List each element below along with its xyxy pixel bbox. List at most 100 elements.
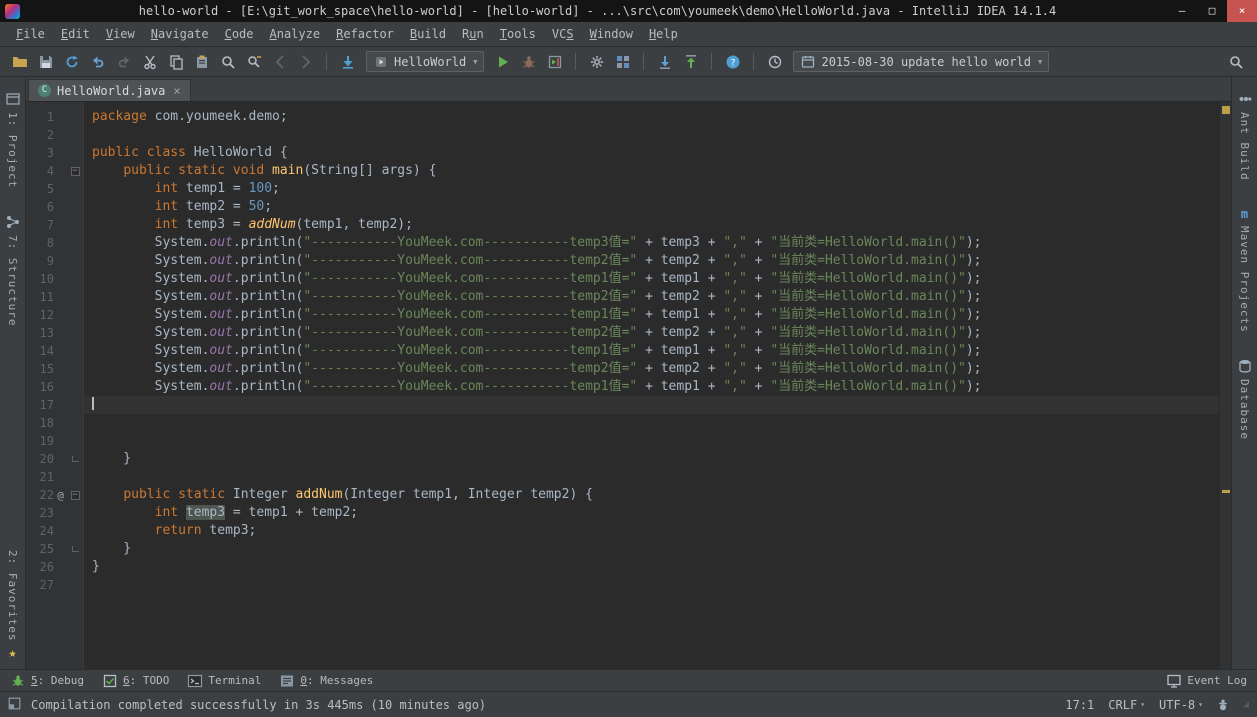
back-icon[interactable] <box>268 50 291 73</box>
tool-button-structure[interactable]: 7: Structure <box>5 214 21 326</box>
gutter-line[interactable]: 10 <box>26 270 83 288</box>
code-line[interactable]: public static Integer addNum(Integer tem… <box>84 486 1219 504</box>
undo-icon[interactable] <box>86 50 109 73</box>
gutter-line[interactable]: 13 <box>26 324 83 342</box>
gutter-line[interactable]: 14 <box>26 342 83 360</box>
code-line[interactable] <box>84 468 1219 486</box>
gutter-line[interactable]: 17 <box>26 396 83 414</box>
tool-button-ant-build[interactable]: Ant Build <box>1237 91 1253 181</box>
tool-button-terminal[interactable]: Terminal <box>187 673 261 689</box>
code-line[interactable]: System.out.println("-----------YouMeek.c… <box>84 360 1219 378</box>
gutter-line[interactable]: 6 <box>26 198 83 216</box>
tool-button-favorites[interactable]: 2: Favorites★ <box>6 550 19 661</box>
debug-icon[interactable] <box>517 50 540 73</box>
run-icon[interactable] <box>491 50 514 73</box>
code-line[interactable] <box>84 414 1219 432</box>
menu-item-run[interactable]: Run <box>454 25 492 43</box>
gutter-line[interactable]: 2 <box>26 126 83 144</box>
gutter-line[interactable]: 25 <box>26 540 83 558</box>
code-line[interactable]: int temp2 = 50; <box>84 198 1219 216</box>
highlighting-level-icon[interactable] <box>1217 699 1229 711</box>
tool-button-project[interactable]: 1: Project <box>5 91 21 188</box>
code-line[interactable] <box>84 576 1219 594</box>
save-all-icon[interactable] <box>34 50 57 73</box>
code-line[interactable]: System.out.println("-----------YouMeek.c… <box>84 342 1219 360</box>
gutter-line[interactable]: 9 <box>26 252 83 270</box>
gutter-line[interactable]: 12 <box>26 306 83 324</box>
tool-button-debug[interactable]: 5: Debug <box>10 673 84 689</box>
gutter-line[interactable]: 23 <box>26 504 83 522</box>
settings-icon[interactable] <box>585 50 608 73</box>
menu-item-refactor[interactable]: Refactor <box>328 25 402 43</box>
code-line[interactable]: System.out.println("-----------YouMeek.c… <box>84 288 1219 306</box>
line-separator-selector[interactable]: CRLF ▾ <box>1108 698 1145 712</box>
gutter-line[interactable]: 24 <box>26 522 83 540</box>
encoding-selector[interactable]: UTF-8 ▾ <box>1159 698 1203 712</box>
gutter-line[interactable]: 15 <box>26 360 83 378</box>
code-line[interactable]: public class HelloWorld { <box>84 144 1219 162</box>
menu-item-window[interactable]: Window <box>582 25 641 43</box>
forward-icon[interactable] <box>294 50 317 73</box>
code-editor[interactable]: 1234−5678910111213141516171819202122@−23… <box>26 102 1231 669</box>
warning-stripe-mark[interactable] <box>1222 490 1230 493</box>
fold-marker-icon[interactable]: − <box>67 167 83 176</box>
tool-button-maven-projects[interactable]: mMaven Projects <box>1238 207 1251 333</box>
code-line[interactable]: package com.youmeek.demo; <box>84 108 1219 126</box>
fold-marker-icon[interactable] <box>67 456 83 462</box>
code-line[interactable]: int temp3 = addNum(temp1, temp2); <box>84 216 1219 234</box>
paste-icon[interactable] <box>190 50 213 73</box>
vcs-history-select[interactable]: 2015-08-30 update hello world▼ <box>793 51 1049 72</box>
code-line[interactable] <box>84 396 1219 414</box>
search-everywhere-icon[interactable] <box>1224 50 1247 73</box>
run-configuration-select[interactable]: HelloWorld▼ <box>366 51 484 72</box>
menu-item-file[interactable]: File <box>8 25 53 43</box>
replace-icon[interactable] <box>242 50 265 73</box>
menu-item-build[interactable]: Build <box>402 25 454 43</box>
code-line[interactable]: return temp3; <box>84 522 1219 540</box>
menu-item-vcs[interactable]: VCS <box>544 25 582 43</box>
code-line[interactable]: int temp3 = temp1 + temp2; <box>84 504 1219 522</box>
code-line[interactable] <box>84 126 1219 144</box>
menu-item-navigate[interactable]: Navigate <box>143 25 217 43</box>
code-line[interactable]: System.out.println("-----------YouMeek.c… <box>84 324 1219 342</box>
project-structure-icon[interactable] <box>611 50 634 73</box>
help-icon[interactable]: ? <box>721 50 744 73</box>
resize-grip[interactable]: ◢ <box>1243 699 1249 710</box>
tab-helloworld-java[interactable]: C HelloWorld.java × <box>28 79 191 101</box>
code-line[interactable]: System.out.println("-----------YouMeek.c… <box>84 234 1219 252</box>
tab-close-icon[interactable]: × <box>171 84 180 98</box>
code-line[interactable]: System.out.println("-----------YouMeek.c… <box>84 270 1219 288</box>
code-line[interactable] <box>84 432 1219 450</box>
gutter-line[interactable]: 18 <box>26 414 83 432</box>
tool-button-messages[interactable]: 0: Messages <box>279 673 373 689</box>
inspection-status-icon[interactable] <box>1222 106 1230 114</box>
synchronize-icon[interactable] <box>60 50 83 73</box>
code-line[interactable]: System.out.println("-----------YouMeek.c… <box>84 378 1219 396</box>
caret-position[interactable]: 17:1 <box>1065 698 1094 712</box>
gutter-line[interactable]: 26 <box>26 558 83 576</box>
menu-item-edit[interactable]: Edit <box>53 25 98 43</box>
gutter-line[interactable]: 3 <box>26 144 83 162</box>
menu-item-tools[interactable]: Tools <box>492 25 544 43</box>
gutter-line[interactable]: 1 <box>26 108 83 126</box>
code-line[interactable]: int temp1 = 100; <box>84 180 1219 198</box>
gutter-line[interactable]: 11 <box>26 288 83 306</box>
minimize-button[interactable]: — <box>1167 0 1197 22</box>
run-with-coverage-icon[interactable] <box>543 50 566 73</box>
error-stripe[interactable] <box>1219 102 1231 669</box>
gutter-line[interactable]: 21 <box>26 468 83 486</box>
gutter-line[interactable]: 5 <box>26 180 83 198</box>
gutter-line[interactable]: 27 <box>26 576 83 594</box>
gutter-line[interactable]: 20 <box>26 450 83 468</box>
vcs-history-icon[interactable] <box>763 50 786 73</box>
code-line[interactable]: System.out.println("-----------YouMeek.c… <box>84 306 1219 324</box>
code-area[interactable]: package com.youmeek.demo; public class He… <box>84 102 1219 669</box>
toolwindow-toggle-icon[interactable] <box>8 697 21 713</box>
open-file-icon[interactable] <box>8 50 31 73</box>
make-project-icon[interactable] <box>336 50 359 73</box>
tool-button-todo[interactable]: 6: TODO <box>102 673 169 689</box>
gutter-line[interactable]: 19 <box>26 432 83 450</box>
code-line[interactable]: } <box>84 540 1219 558</box>
gutter-line[interactable]: 7 <box>26 216 83 234</box>
find-icon[interactable] <box>216 50 239 73</box>
